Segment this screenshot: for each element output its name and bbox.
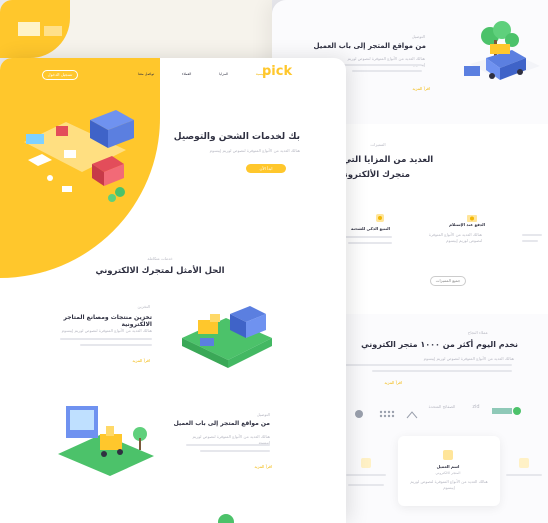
login-button[interactable]: تسجيل الدخول bbox=[42, 70, 78, 80]
front-page: تسجيل الدخول تواصل معنا العملاء المزايا … bbox=[0, 58, 346, 523]
quote-icon-left bbox=[360, 454, 372, 473]
storage-text: هنالك العديد من الأنواع المتوفرة لنصوص ل… bbox=[61, 328, 152, 333]
client-logo-circle bbox=[354, 404, 370, 418]
advantage-2-title: التتبع الذكي للشحنة bbox=[351, 226, 390, 231]
client-logo-text-2: zid bbox=[472, 404, 480, 410]
testimonial-name: اسم العميل bbox=[436, 464, 460, 469]
back-delivery-title: من مواقع المتجر إلى باب العميل bbox=[313, 42, 426, 50]
delivery-illustration bbox=[54, 394, 158, 478]
nav-item-contact[interactable]: تواصل معنا bbox=[138, 72, 154, 76]
nav-item-clients[interactable]: العملاء bbox=[182, 72, 192, 76]
advantage-3-partial bbox=[522, 228, 542, 258]
hero-illustration bbox=[16, 102, 134, 212]
ribbon-illustration bbox=[10, 14, 80, 44]
back-delivery-eyebrow: التوصيل bbox=[411, 34, 425, 39]
storage-illustration bbox=[176, 298, 276, 378]
storage-title: تخزين منتجات ومصانع المتاجر الالكترونية bbox=[63, 314, 153, 328]
clients-text: هنالك العديد من الأنواع المتوفرة لنصوص ل… bbox=[423, 356, 514, 361]
hero-title: بك لخدمات الشحن والتوصيل bbox=[173, 132, 300, 142]
bottom-green-shape bbox=[218, 514, 234, 523]
hero-start-button[interactable]: ابدأ الآن bbox=[246, 164, 286, 173]
advantages-eyebrow: المميزات bbox=[370, 142, 386, 147]
nav-item-features[interactable]: المزايا bbox=[219, 72, 228, 76]
storage-eyebrow: التخزين bbox=[137, 304, 150, 309]
main-nav: تواصل معنا العملاء المزايا الرئيسية bbox=[138, 72, 268, 76]
all-advantages-button[interactable]: جميع المميزات bbox=[430, 276, 466, 286]
truck-illustration bbox=[450, 14, 548, 94]
hero-subtitle: هنالك العديد من الأنواع المتوفرة لنصوص ل… bbox=[209, 148, 300, 153]
solution-title: الحل الأمثل لمتجرك الالكتروني bbox=[95, 266, 225, 276]
testimonial-role: المتجر الالكتروني bbox=[435, 471, 461, 475]
solution-eyebrow: خدمات متكاملة bbox=[147, 256, 173, 261]
client-logo-text-1: الصفائح المتحدة bbox=[428, 404, 456, 409]
back-delivery-link[interactable]: اقرأ المزيد bbox=[400, 86, 430, 91]
back-delivery-text: هنالك العديد من الأنواع المتوفرة لنصوص ل… bbox=[347, 56, 425, 67]
quote-icon bbox=[442, 446, 454, 465]
advantage-1-title: الدفع عند الإستلام bbox=[449, 222, 485, 227]
logo[interactable]: pick bbox=[262, 64, 292, 79]
quote-icon-right bbox=[518, 454, 530, 473]
clients-link[interactable]: اقرأ المزيد bbox=[372, 380, 402, 385]
client-logo-dots bbox=[378, 404, 398, 418]
client-logo-hanger bbox=[406, 404, 418, 419]
client-logo-salla bbox=[492, 402, 522, 415]
top-ribbon-page bbox=[0, 0, 272, 58]
delivery-link[interactable]: اقرأ المزيد bbox=[240, 464, 272, 469]
storage-link[interactable]: اقرأ المزيد bbox=[118, 358, 150, 363]
delivery-title: من مواقع المتجر إلى باب العميل bbox=[173, 420, 270, 427]
testimonial-text: هنالك العديد من الأنواع المتوفرة لنصوص ل… bbox=[410, 479, 488, 490]
delivery-eyebrow: التوصيل bbox=[256, 412, 270, 417]
clients-eyebrow: عملاء النجاح bbox=[467, 330, 488, 335]
advantage-1-text: هنالك العديد من الأنواع المتوفرة لنصوص ل… bbox=[428, 232, 482, 243]
